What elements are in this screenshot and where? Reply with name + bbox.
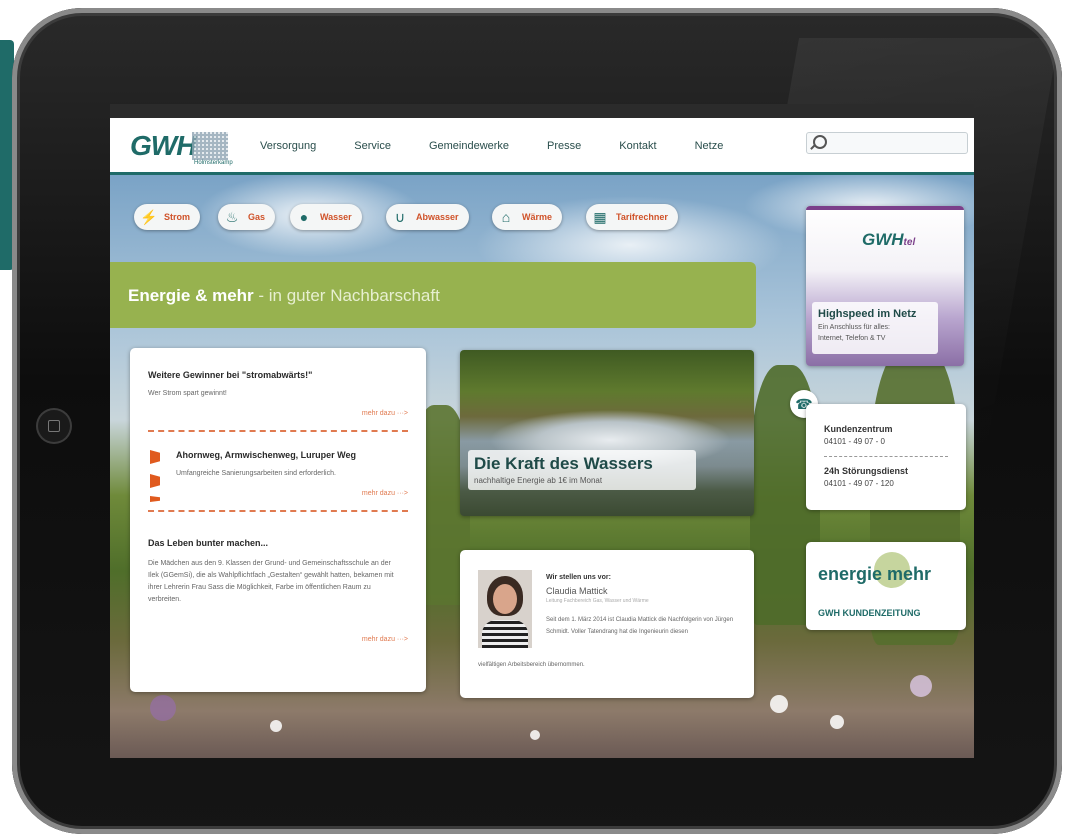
news-item-title[interactable]: Ahornweg, Armwischenweg, Luruper Weg [176, 450, 356, 460]
category-gas[interactable]: ♨ Gas [218, 204, 276, 230]
contact-card[interactable]: Kundenzentrum 04101 - 49 07 - 0 24h Stör… [806, 404, 966, 510]
flower-image [530, 730, 540, 740]
gwh-tel-logo: GWHtel [862, 230, 915, 250]
contact-label: Kundenzentrum [824, 424, 893, 434]
logo-text: GWH [130, 130, 196, 161]
flame-icon: ♨ [225, 209, 239, 225]
category-tarifrechner[interactable]: ▦ Tarifrechner [586, 204, 678, 230]
home-button[interactable] [36, 408, 72, 444]
tel-line: Ein Anschluss für alles: [818, 324, 890, 331]
flag-icon [150, 450, 160, 464]
flower-image [910, 675, 932, 697]
gwh-tel-logo-text: GWH [862, 230, 904, 249]
nav-kontakt[interactable]: Kontakt [619, 140, 656, 152]
news-card: Weitere Gewinner bei "stromabwärts!" Wer… [130, 348, 426, 692]
contact-phone[interactable]: 04101 - 49 07 - 120 [824, 479, 894, 488]
house-heat-icon: ⌂ [501, 209, 511, 225]
nav-versorgung[interactable]: Versorgung [260, 140, 316, 152]
category-label: Wärme [522, 212, 553, 222]
gwh-tel-logo-suffix: tel [903, 237, 916, 248]
contact-label: 24h Störungsdienst [824, 466, 909, 476]
flower-image [770, 695, 788, 713]
nav-netze[interactable]: Netze [695, 140, 724, 152]
flower-image [270, 720, 282, 732]
divider [824, 456, 948, 457]
avatar-shirt [482, 620, 528, 648]
feature-card-water[interactable]: Die Kraft des Wassers nachhaltige Energi… [460, 350, 754, 516]
feature-caption: Die Kraft des Wassers nachhaltige Energi… [468, 450, 696, 490]
more-link[interactable]: mehr dazu ···> [362, 636, 408, 643]
category-label: Tarifrechner [616, 212, 668, 222]
gwh-logo[interactable]: GWH Holmsterkamp [130, 130, 233, 166]
paper-subtitle: GWH KUNDENZEITUNG [818, 608, 921, 618]
staff-text-continued: vielfältigen Arbeitsbereich übernommen. [478, 662, 585, 668]
site-header: GWH Holmsterkamp Versorgung Service Geme… [110, 118, 974, 175]
plug-icon: ⚡ [140, 209, 158, 225]
banner-title-text: Energie & mehr [128, 286, 254, 305]
category-label: Wasser [320, 212, 352, 222]
logo-subtext: Holmsterkamp [194, 160, 233, 166]
news-item-text: Umfangreiche Sanierungsarbeiten sind erf… [176, 470, 336, 477]
flag-icon [150, 496, 160, 502]
search-input[interactable] [806, 132, 968, 154]
gwh-tel-card[interactable]: GWHtel Highspeed im Netz Ein Anschluss f… [806, 206, 964, 366]
customer-paper-card[interactable]: energie mehr GWH KUNDENZEITUNG [806, 542, 966, 630]
contact-phone[interactable]: 04101 - 49 07 - 0 [824, 437, 885, 446]
flag-icon [150, 474, 160, 488]
tel-info-box: Highspeed im Netz Ein Anschluss für alle… [812, 302, 938, 354]
category-label: Strom [164, 212, 191, 222]
category-waerme[interactable]: ⌂ Wärme [492, 204, 563, 230]
calculator-icon: ▦ [593, 209, 607, 225]
staff-role: Leitung Fachbereich Gas, Wasser und Wärm… [546, 598, 649, 604]
avatar-face [493, 584, 517, 614]
accent-bar [806, 206, 964, 210]
logo-grid-icon [192, 132, 228, 160]
status-bar [110, 104, 974, 118]
staff-name: Claudia Mattick [546, 586, 608, 596]
hero-banner: Energie & mehr - in guter Nachbarschaft [110, 262, 756, 328]
news-item-text: Die Mädchen aus den 9. Klassen der Grund… [148, 560, 394, 603]
divider [148, 510, 408, 512]
nav-presse[interactable]: Presse [547, 140, 581, 152]
main-nav: Versorgung Service Gemeindewerke Presse … [260, 140, 761, 152]
nav-gemeindewerke[interactable]: Gemeindewerke [429, 140, 509, 152]
search-icon [813, 135, 827, 149]
flower-image [830, 715, 844, 729]
category-strom[interactable]: ⚡ Strom [134, 204, 201, 230]
banner-title: Energie & mehr - in guter Nachbarschaft [128, 286, 440, 306]
nav-service[interactable]: Service [354, 140, 391, 152]
more-link[interactable]: mehr dazu ···> [362, 490, 408, 497]
feature-title: Die Kraft des Wassers [474, 454, 653, 473]
flower-image [150, 695, 176, 721]
staff-card[interactable]: Wir stellen uns vor: Claudia Mattick Lei… [460, 550, 754, 698]
news-item-title[interactable]: Weitere Gewinner bei "stromabwärts!" [148, 370, 312, 380]
tel-headline: Highspeed im Netz [818, 308, 917, 320]
screen: GWH Holmsterkamp Versorgung Service Geme… [110, 104, 974, 758]
category-wasser[interactable]: ● Wasser [290, 204, 362, 230]
divider [148, 430, 408, 432]
category-abwasser[interactable]: ∪ Abwasser [386, 204, 469, 230]
tel-line: Internet, Telefon & TV [818, 335, 886, 342]
banner-subtitle: - in guter Nachbarschaft [253, 286, 440, 305]
category-label: Gas [248, 212, 266, 222]
news-item-title[interactable]: Das Leben bunter machen... [148, 538, 268, 548]
avatar [478, 570, 532, 648]
feature-subtitle: nachhaltige Energie ab 1€ im Monat [474, 476, 603, 485]
pipe-icon: ∪ [394, 209, 406, 225]
paper-brand: energie mehr [818, 564, 932, 584]
drop-icon: ● [299, 209, 309, 225]
staff-kicker: Wir stellen uns vor: [546, 574, 611, 581]
news-item-text: Wer Strom spart gewinnt! [148, 390, 227, 397]
category-label: Abwasser [416, 212, 459, 222]
staff-text: Seit dem 1. März 2014 ist Claudia Mattic… [546, 617, 734, 635]
more-link[interactable]: mehr dazu ···> [362, 410, 408, 417]
